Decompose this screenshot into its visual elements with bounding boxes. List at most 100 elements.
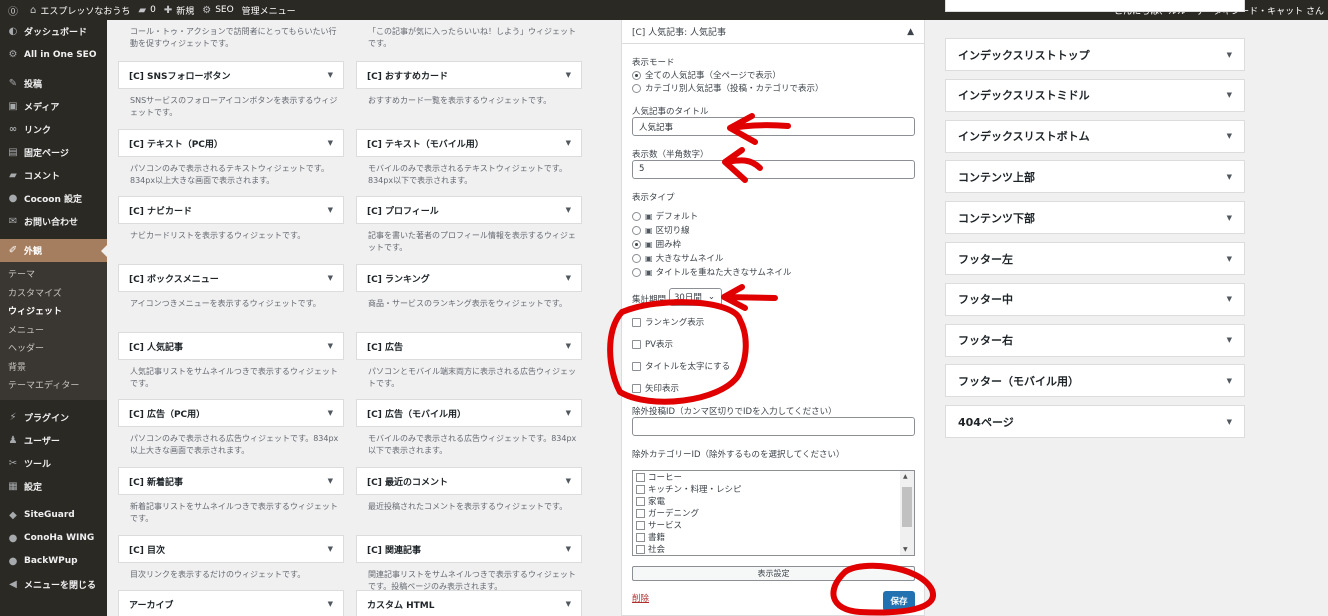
widget-area[interactable]: フッター右 ▼ [945,323,1245,357]
widget-title[interactable]: [C] ボックスメニュー ▼ [118,264,344,292]
available-widget[interactable]: [C] 最近のコメント ▼ 最近投稿されたコメントを表示するウィジェットです。 [356,467,582,513]
available-widget[interactable]: [C] ランキング ▼ 商品・サービスのランキング表示をウィジェットです。 [356,264,582,310]
available-widget[interactable]: [C] テキスト（モバイル用） ▼ モバイルのみで表示されるテキストウィジェットです… [356,129,582,187]
sidebar-item-settings[interactable]: ▦ 設定 [0,475,107,498]
widget-title[interactable]: [C] おすすめカード ▼ [356,61,582,89]
available-widget[interactable]: アーカイブ ▼ [118,590,344,616]
category-item[interactable]: ガーデニング [633,507,914,519]
available-widget[interactable]: [C] 目次 ▼ 目次リンクを表示するだけのウィジェットです。 [118,535,344,581]
widget-title[interactable]: [C] 目次 ▼ [118,535,344,563]
widget-title[interactable]: [C] 人気記事 ▼ [118,332,344,360]
category-item[interactable]: サービス [633,519,914,531]
available-widget[interactable]: [C] 新着記事 ▼ 新着記事リストをサムネイルつきで表示するウィジェットです。 [118,467,344,525]
sidebar-item-siteguard[interactable]: ◆ SiteGuard [0,504,107,527]
widget-area[interactable]: 404ページ ▼ [945,405,1245,439]
delete-link[interactable]: 削除 [632,592,649,604]
widget-title[interactable]: [C] 新着記事 ▼ [118,467,344,495]
available-widget[interactable]: [C] 広告（モバイル用） ▼ モバイルのみで表示される広告ウィジェットです。834… [356,399,582,457]
widget-area[interactable]: フッター中 ▼ [945,282,1245,316]
available-widget[interactable]: [C] SNSフォローボタン ▼ SNSサービスのフォローアイコンボタンを表示するウ… [118,61,344,119]
sidebar-item-comment[interactable]: ▰ コメント [0,164,107,187]
available-widget[interactable]: [C] ナビカード ▼ ナビカードリストを表示するウィジェットです。 [118,196,344,242]
submenu-item[interactable]: ウィジェット [0,303,107,322]
widget-title[interactable]: [C] テキスト（モバイル用） ▼ [356,129,582,157]
mode-all-radio[interactable]: 全ての人気記事（全ページで表示） [632,69,781,81]
widget-title[interactable]: [C] ランキング ▼ [356,264,582,292]
seo-link[interactable]: ⚙ SEO [202,5,233,16]
sidebar-item-user[interactable]: ♟ ユーザー [0,429,107,452]
widget-title[interactable]: [C] ナビカード ▼ [118,196,344,224]
available-widget[interactable]: [C] 広告 ▼ パソコンとモバイル端末両方に表示される広告ウィジェットです。 [356,332,582,390]
option-checkbox[interactable]: タイトルを太字にする [632,360,730,372]
display-type-radio[interactable]: ▣ タイトルを重ねた大きなサムネイル [632,266,791,278]
widget-area[interactable]: コンテンツ上部 ▼ [945,160,1245,194]
option-checkbox[interactable]: ランキング表示 [632,316,704,328]
sidebar-item-dashboard[interactable]: ◐ ダッシュボード [0,20,107,43]
widget-title[interactable]: [C] 広告（モバイル用） ▼ [356,399,582,427]
sidebar-item-page[interactable]: ▤ 固定ページ [0,141,107,164]
save-button[interactable]: 保存 [883,591,915,611]
category-item[interactable]: コーヒー [633,471,914,483]
widget-title[interactable]: [C] プロフィール ▼ [356,196,582,224]
submenu-item[interactable]: カスタマイズ [0,285,107,304]
period-select[interactable]: 30日間 ⌄ [669,288,722,306]
count-input[interactable]: 5 [632,160,915,179]
available-widget[interactable]: [C] テキスト（PC用） ▼ パソコンのみで表示されるテキストウィジェットです。8… [118,129,344,187]
widget-area-partial[interactable] [945,0,1245,12]
new-content-link[interactable]: ✚ 新規 [164,4,194,17]
widget-area[interactable]: インデックスリストボトム ▼ [945,119,1245,153]
widget-area[interactable]: コンテンツ下部 ▼ [945,201,1245,235]
display-type-radio[interactable]: ▣ 大きなサムネイル [632,252,723,264]
sidebar-item-backwpup[interactable]: ● BackWPup [0,550,107,573]
comments-link[interactable]: ▰ 0 [138,5,155,16]
category-list[interactable]: コーヒー キッチン・料理・レシピ 家電 ガーデニング サービス 書籍 社会 ▲ ▼ [632,470,915,556]
option-checkbox[interactable]: 矢印表示 [632,382,679,394]
submenu-item[interactable]: テーマ [0,266,107,285]
available-widget[interactable]: [C] 人気記事 ▼ 人気記事リストをサムネイルつきで表示するウィジェットです。 [118,332,344,390]
widget-title[interactable]: [C] テキスト（PC用） ▼ [118,129,344,157]
available-widget[interactable]: [C] プロフィール ▼ 記事を書いた著者のプロフィール情報を表示するウィジェットで… [356,196,582,254]
submenu-item[interactable]: 背景 [0,359,107,378]
scrollbar-thumb[interactable] [902,487,912,527]
category-item[interactable]: 書籍 [633,531,914,543]
category-item[interactable]: キッチン・料理・レシピ [633,483,914,495]
widget-title[interactable]: [C] 広告 ▼ [356,332,582,360]
option-checkbox[interactable]: PV表示 [632,338,673,350]
panel-header[interactable]: [C] 人気記事: 人気記事 ▲ [622,20,924,44]
display-type-radio[interactable]: ▣ 囲み枠 [632,238,681,250]
widget-title[interactable]: [C] 広告（PC用） ▼ [118,399,344,427]
submenu-item[interactable]: ヘッダー [0,340,107,359]
sidebar-item-plugin[interactable]: ⚡ プラグイン [0,406,107,429]
sidebar-item-media[interactable]: ▣ メディア [0,95,107,118]
sidebar-item-link[interactable]: ∞ リンク [0,118,107,141]
sidebar-item-pin[interactable]: ✎ 投稿 [0,72,107,95]
category-item[interactable]: 社会 [633,543,914,555]
sidebar-item-conoha[interactable]: ● ConoHa WING [0,527,107,550]
sidebar-item-collapse[interactable]: ◀ メニューを閉じる [0,573,107,596]
submenu-item[interactable]: メニュー [0,322,107,341]
wp-logo[interactable]: ⓪ [8,3,22,18]
admin-menu-link[interactable]: 管理メニュー [242,4,296,17]
sidebar-item-aioseo[interactable]: ⚙ All in One SEO [0,43,107,66]
widget-title[interactable]: [C] 関連記事 ▼ [356,535,582,563]
widget-area[interactable]: インデックスリストトップ ▼ [945,38,1245,71]
sidebar-item-mail[interactable]: ✉ お問い合わせ [0,210,107,233]
widget-title[interactable]: アーカイブ ▼ [118,590,344,616]
widget-area[interactable]: フッター左 ▼ [945,242,1245,275]
submenu-item[interactable]: テーマエディター [0,377,107,396]
scrollbar[interactable]: ▲ ▼ [900,471,914,555]
mode-category-radio[interactable]: カテゴリ別人気記事（投稿・カテゴリで表示） [632,82,824,94]
widget-area[interactable]: インデックスリストミドル ▼ [945,78,1245,112]
widget-title[interactable]: [C] 最近のコメント ▼ [356,467,582,495]
widget-title[interactable]: [C] SNSフォローボタン ▼ [118,61,344,89]
available-widget[interactable]: [C] 広告（PC用） ▼ パソコンのみで表示される広告ウィジェットです。834px… [118,399,344,457]
sidebar-item-appearance[interactable]: ✐ 外観 [0,239,107,262]
title-input[interactable]: 人気記事 [632,117,915,136]
site-name-link[interactable]: ⌂ エスプレッソなおうち [30,4,130,17]
category-item[interactable]: 家電 [633,495,914,507]
display-type-radio[interactable]: ▣ 区切り線 [632,224,690,236]
available-widget[interactable]: カスタム HTML ▼ [356,590,582,616]
widget-title[interactable]: カスタム HTML ▼ [356,590,582,616]
available-widget[interactable]: [C] ボックスメニュー ▼ アイコンつきメニューを表示するウィジェットです。 [118,264,344,310]
exclude-posts-input[interactable] [632,417,915,436]
